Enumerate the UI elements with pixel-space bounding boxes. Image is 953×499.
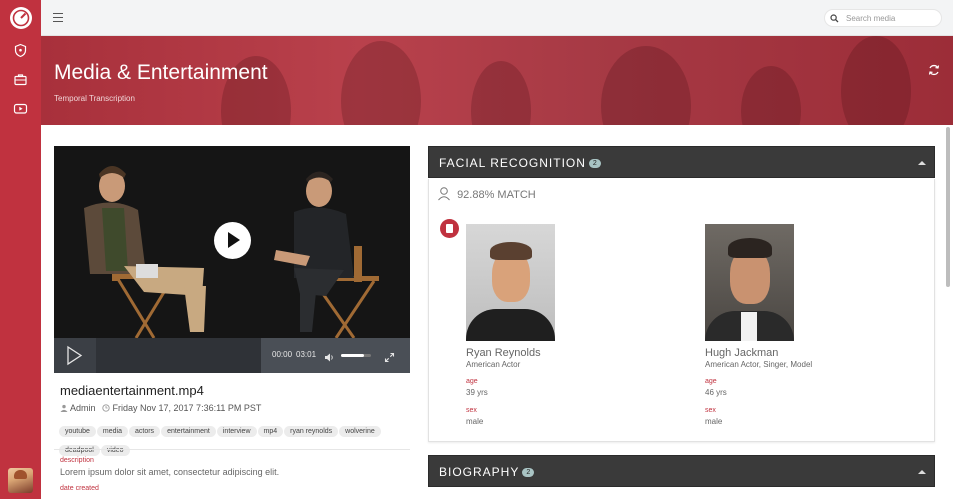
- tag-chip[interactable]: mp4: [257, 426, 284, 437]
- upload-date-meta: Friday Nov 17, 2017 7:36:11 PM PST: [102, 403, 261, 413]
- person-photo-ryan: [466, 224, 555, 341]
- tag-chip[interactable]: media: [96, 426, 128, 437]
- sex-value: male: [705, 417, 723, 426]
- person-name: Ryan Reynolds: [466, 347, 541, 359]
- tag-list: youtube media actors entertainment interview…: [59, 420, 409, 458]
- person-name: Hugh Jackman: [705, 347, 779, 359]
- match-score-text: 92.88% MATCH: [457, 189, 536, 201]
- user-icon: [60, 404, 68, 412]
- owner-meta: Admin: [60, 403, 96, 413]
- divider: [54, 449, 410, 450]
- shield-icon[interactable]: [13, 43, 28, 58]
- biography-title-text: BIOGRAPHY: [439, 465, 520, 479]
- media-file-name: mediaentertainment.mp4: [60, 383, 204, 398]
- tag-chip[interactable]: actors: [129, 426, 161, 437]
- sex-value: male: [466, 417, 484, 426]
- collapse-caret-icon[interactable]: [918, 161, 926, 165]
- tag-chip[interactable]: interview: [216, 426, 257, 437]
- play-icon: [67, 345, 83, 366]
- play-overlay-button[interactable]: [214, 222, 251, 259]
- briefcase-icon[interactable]: [13, 72, 28, 87]
- collapse-caret-icon[interactable]: [918, 470, 926, 474]
- facial-recognition-header[interactable]: FACIAL RECOGNITION 2: [428, 146, 935, 178]
- current-time: 00:00: [272, 350, 293, 359]
- owner-name: Admin: [70, 403, 96, 413]
- page-title: Media & Entertainment: [54, 61, 268, 84]
- page-banner: Media & Entertainment Temporal Transcrip…: [41, 36, 953, 125]
- tag-chip[interactable]: ryan reynolds: [284, 426, 339, 437]
- tag-chip[interactable]: video: [100, 445, 130, 456]
- age-label: age: [466, 378, 478, 385]
- age-value: 39 yrs: [466, 388, 488, 397]
- tag-chip[interactable]: wolverine: [339, 426, 381, 437]
- facial-recognition-title-text: FACIAL RECOGNITION: [439, 156, 586, 170]
- scrollbar-thumb[interactable]: [946, 127, 950, 287]
- refresh-icon[interactable]: [927, 63, 941, 77]
- person-role: American Actor, Singer, Model: [705, 360, 813, 369]
- volume-slider[interactable]: [341, 354, 371, 357]
- search-icon: [830, 14, 839, 23]
- biography-title: BIOGRAPHY 2: [439, 465, 535, 479]
- page-subtitle: Temporal Transcription: [54, 94, 135, 103]
- video-icon[interactable]: [13, 101, 28, 116]
- fullscreen-icon[interactable]: [384, 350, 395, 368]
- sex-label: sex: [705, 407, 716, 414]
- search-input[interactable]: [846, 11, 938, 25]
- facial-count-badge: 2: [588, 159, 601, 168]
- person-photo-hugh: [705, 224, 794, 341]
- sex-label: sex: [466, 407, 477, 414]
- description-label: description: [60, 457, 94, 464]
- date-created-label: date created: [60, 485, 99, 492]
- age-value: 46 yrs: [705, 388, 727, 397]
- pdf-report-button[interactable]: [440, 219, 459, 238]
- person-role: American Actor: [466, 360, 521, 369]
- biography-count-badge: 2: [522, 468, 535, 477]
- tag-chip[interactable]: entertainment: [161, 426, 216, 437]
- hamburger-menu-icon[interactable]: [53, 13, 63, 22]
- upload-date: Friday Nov 17, 2017 7:36:11 PM PST: [112, 403, 262, 413]
- age-label: age: [705, 378, 717, 385]
- description-text: Lorem ipsum dolor sit amet, consectetur …: [60, 467, 280, 477]
- match-score: 92.88% MATCH: [437, 186, 536, 201]
- biography-header[interactable]: BIOGRAPHY 2: [428, 455, 935, 487]
- search-box[interactable]: [824, 9, 942, 27]
- person-outline-icon: [438, 187, 450, 201]
- volume-icon[interactable]: [324, 350, 335, 368]
- duration: 03:01: [296, 350, 317, 359]
- clock-icon: [102, 404, 110, 412]
- topbar: [41, 0, 953, 36]
- gauge-logo-icon[interactable]: [10, 7, 32, 29]
- user-avatar[interactable]: [8, 468, 33, 493]
- sidebar: [0, 0, 41, 499]
- play-button[interactable]: [54, 338, 96, 373]
- facial-recognition-title: FACIAL RECOGNITION 2: [439, 156, 601, 170]
- tag-chip[interactable]: deadpool: [59, 445, 100, 456]
- tag-chip[interactable]: youtube: [59, 426, 96, 437]
